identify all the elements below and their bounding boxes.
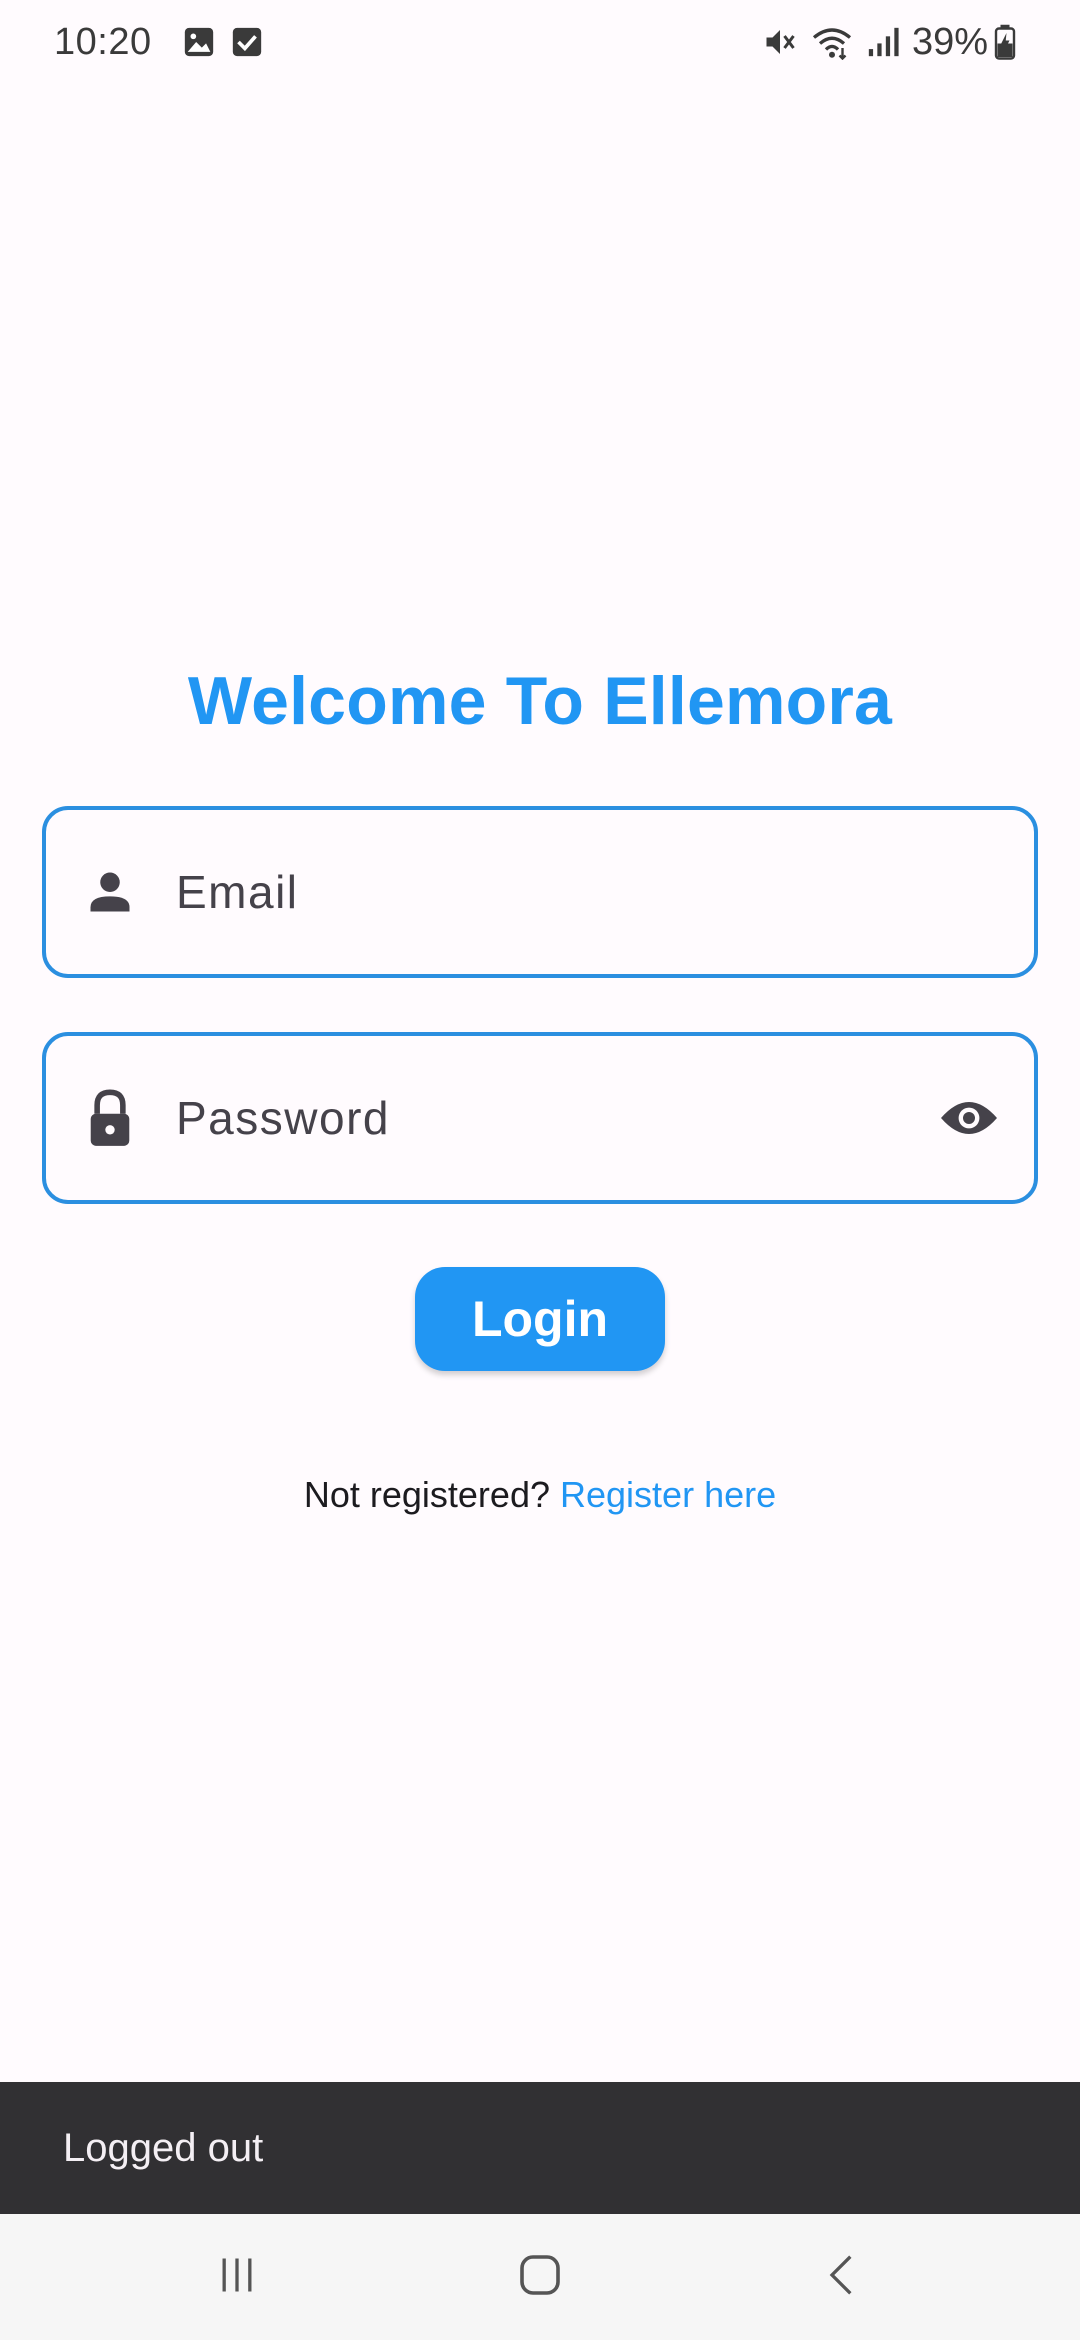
mute-icon xyxy=(762,24,798,60)
status-bar: 10:20 39% xyxy=(0,0,1080,84)
register-prompt: Not registered? xyxy=(303,1474,550,1515)
snackbar: Logged out xyxy=(0,2082,1080,2214)
page-title: Welcome To Ellemora xyxy=(187,663,893,739)
password-placeholder: Password xyxy=(176,1092,390,1144)
status-bar-left: 10:20 xyxy=(54,21,264,64)
register-line: Not registered? Register here xyxy=(0,1474,1080,1516)
recents-button[interactable] xyxy=(197,2244,277,2310)
email-field[interactable]: Email xyxy=(42,806,1038,978)
eye-icon[interactable] xyxy=(934,1083,1004,1153)
wifi-icon xyxy=(810,24,854,60)
password-field[interactable]: Password xyxy=(42,1032,1038,1204)
navigation-bar xyxy=(0,2214,1080,2340)
battery-charging-icon xyxy=(994,24,1016,60)
email-placeholder: Email xyxy=(176,866,299,918)
recents-icon xyxy=(215,2253,259,2302)
snackbar-message: Logged out xyxy=(63,2125,264,2170)
lock-icon xyxy=(80,1088,140,1148)
register-link[interactable]: Register here xyxy=(560,1474,776,1515)
back-icon xyxy=(821,2251,865,2304)
login-button[interactable]: Login xyxy=(415,1267,665,1371)
gallery-notification-icon xyxy=(182,25,216,59)
status-time: 10:20 xyxy=(54,20,152,63)
status-bar-right: 39% xyxy=(762,21,1028,64)
battery-percentage: 39% xyxy=(911,20,988,63)
back-button[interactable] xyxy=(803,2244,883,2310)
login-screen: 10:20 39% Welcome To Ellemora Email Pass… xyxy=(0,0,1080,2340)
home-icon xyxy=(516,2251,564,2304)
signal-icon xyxy=(866,24,900,60)
person-icon xyxy=(80,862,140,922)
home-button[interactable] xyxy=(500,2244,580,2310)
checkbox-notification-icon xyxy=(230,25,264,59)
